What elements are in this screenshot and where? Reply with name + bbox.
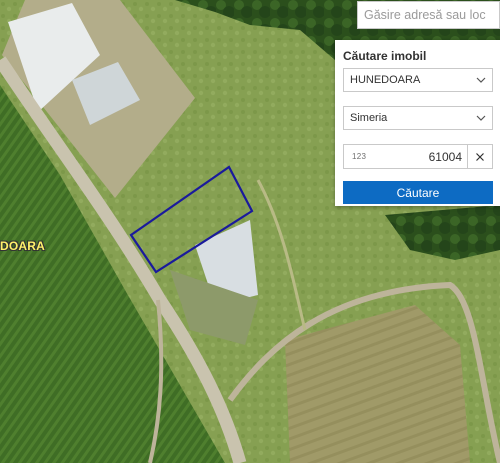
chevron-down-icon [476,77,486,83]
chevron-down-icon [476,115,486,121]
clear-button[interactable] [467,144,493,169]
search-input[interactable] [357,1,500,29]
county-select[interactable]: HUNEDOARA [343,68,493,92]
close-icon [476,152,484,161]
property-id-row: 123 61004 [343,144,493,169]
locality-value: Simeria [350,112,388,124]
property-search-panel: Căutare imobil HUNEDOARA Simeria 123 610… [335,40,500,206]
property-id-value: 61004 [428,149,462,164]
property-id-field[interactable]: 123 61004 [343,144,467,169]
county-value: HUNEDOARA [350,74,421,86]
numeric-input-icon: 123 [352,152,367,161]
locality-select[interactable]: Simeria [343,106,493,130]
map-place-label: DOARA [0,239,45,253]
panel-title: Căutare imobil [343,49,427,63]
search-button[interactable]: Căutare [343,181,493,204]
